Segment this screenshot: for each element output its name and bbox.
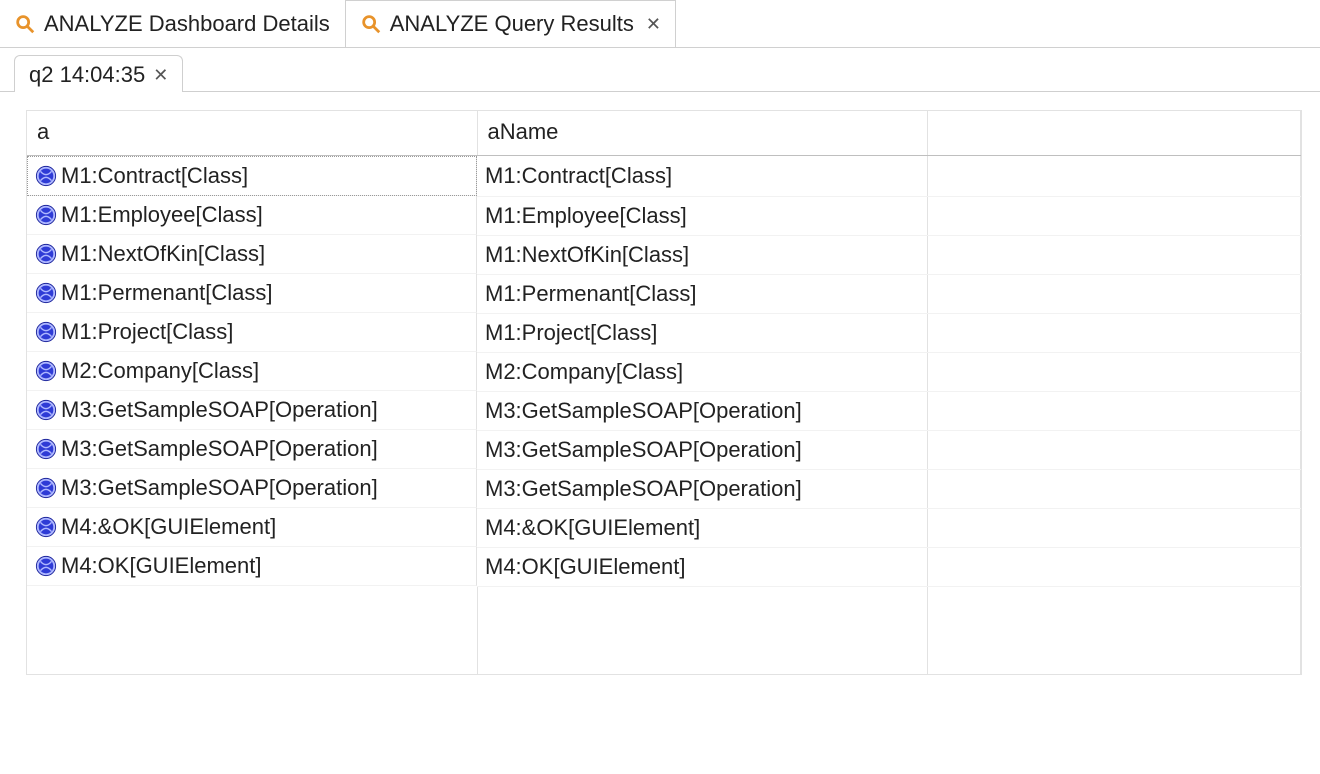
column-header-a[interactable]: a xyxy=(27,111,477,156)
cell-a[interactable]: M1:Project[Class] xyxy=(27,313,477,352)
cell-a-text: M3:GetSampleSOAP[Operation] xyxy=(61,436,378,462)
cell-aName[interactable]: M3:GetSampleSOAP[Operation] xyxy=(477,469,927,508)
editor-tab-bar: ANALYZE Dashboard Details ANALYZE Query … xyxy=(0,0,1320,48)
results-table-container: a aName M1:Contract[Class]M1:Contract[Cl… xyxy=(26,110,1302,675)
cell-aName[interactable]: M1:Project[Class] xyxy=(477,313,927,352)
cell-aName[interactable]: M3:GetSampleSOAP[Operation] xyxy=(477,430,927,469)
cell-empty xyxy=(927,156,1301,197)
node-icon xyxy=(35,438,57,460)
table-row[interactable]: M1:Project[Class] M1:Project[Class] xyxy=(27,313,1301,352)
cell-a-text: M1:Contract[Class] xyxy=(61,163,248,189)
table-row[interactable]: M1:Contract[Class] M1:Contract[Class] xyxy=(27,156,1301,197)
table-row[interactable]: M4:&OK[GUIElement] M4:&OK[GUIElement] xyxy=(27,508,1301,547)
result-tab-q2[interactable]: q2 14:04:35 ✕ xyxy=(14,55,183,92)
cell-empty xyxy=(927,430,1301,469)
cell-a[interactable]: M3:GetSampleSOAP[Operation] xyxy=(27,469,477,508)
table-row[interactable]: M3:GetSampleSOAP[Operation] M3:GetSampleS… xyxy=(27,430,1301,469)
close-icon[interactable]: ✕ xyxy=(642,14,661,35)
table-row[interactable]: M4:OK[GUIElement] M4:OK[GUIElement] xyxy=(27,547,1301,586)
cell-a-text: M3:GetSampleSOAP[Operation] xyxy=(61,475,378,501)
node-icon xyxy=(35,204,57,226)
search-icon xyxy=(14,13,36,35)
column-header-empty xyxy=(927,111,1301,156)
search-icon xyxy=(360,13,382,35)
node-icon xyxy=(35,360,57,382)
result-tab-label: q2 14:04:35 xyxy=(29,62,145,88)
table-row-empty xyxy=(27,586,1301,630)
table-row[interactable]: M3:GetSampleSOAP[Operation] M3:GetSampleS… xyxy=(27,469,1301,508)
cell-aName[interactable]: M4:OK[GUIElement] xyxy=(477,547,927,586)
node-icon xyxy=(35,321,57,343)
cell-empty xyxy=(927,469,1301,508)
node-icon xyxy=(35,516,57,538)
cell-empty xyxy=(927,547,1301,586)
cell-a[interactable]: M3:GetSampleSOAP[Operation] xyxy=(27,391,477,430)
column-header-aName[interactable]: aName xyxy=(477,111,927,156)
node-icon xyxy=(35,477,57,499)
node-icon xyxy=(35,243,57,265)
cell-a[interactable]: M1:Contract[Class] xyxy=(27,156,477,196)
cell-empty xyxy=(927,274,1301,313)
node-icon xyxy=(35,165,57,187)
cell-a[interactable]: M1:NextOfKin[Class] xyxy=(27,235,477,274)
tab-label: ANALYZE Dashboard Details xyxy=(44,11,330,37)
cell-a[interactable]: M4:OK[GUIElement] xyxy=(27,547,477,586)
node-icon xyxy=(35,399,57,421)
cell-empty xyxy=(927,508,1301,547)
cell-a-text: M4:&OK[GUIElement] xyxy=(61,514,276,540)
cell-a[interactable]: M3:GetSampleSOAP[Operation] xyxy=(27,430,477,469)
cell-a[interactable]: M1:Employee[Class] xyxy=(27,196,477,235)
tab-analyze-query-results[interactable]: ANALYZE Query Results ✕ xyxy=(345,0,676,47)
tab-analyze-dashboard-details[interactable]: ANALYZE Dashboard Details xyxy=(0,0,345,47)
cell-aName[interactable]: M2:Company[Class] xyxy=(477,352,927,391)
cell-aName[interactable]: M1:Employee[Class] xyxy=(477,196,927,235)
cell-aName[interactable]: M1:NextOfKin[Class] xyxy=(477,235,927,274)
table-row-empty xyxy=(27,630,1301,674)
node-icon xyxy=(35,282,57,304)
cell-a[interactable]: M4:&OK[GUIElement] xyxy=(27,508,477,547)
cell-empty xyxy=(927,196,1301,235)
result-tab-bar: q2 14:04:35 ✕ xyxy=(0,48,1320,92)
cell-a-text: M1:NextOfKin[Class] xyxy=(61,241,265,267)
table-row[interactable]: M1:NextOfKin[Class] M1:NextOfKin[Class] xyxy=(27,235,1301,274)
cell-a[interactable]: M2:Company[Class] xyxy=(27,352,477,391)
cell-a-text: M1:Employee[Class] xyxy=(61,202,263,228)
cell-a-text: M1:Project[Class] xyxy=(61,319,233,345)
cell-empty xyxy=(927,313,1301,352)
cell-aName[interactable]: M4:&OK[GUIElement] xyxy=(477,508,927,547)
cell-aName[interactable]: M1:Contract[Class] xyxy=(477,156,927,197)
table-row[interactable]: M1:Permenant[Class] M1:Permenant[Class] xyxy=(27,274,1301,313)
cell-empty xyxy=(927,352,1301,391)
cell-aName[interactable]: M1:Permenant[Class] xyxy=(477,274,927,313)
node-icon xyxy=(35,555,57,577)
table-header-row: a aName xyxy=(27,111,1301,156)
cell-empty xyxy=(927,391,1301,430)
cell-a-text: M2:Company[Class] xyxy=(61,358,259,384)
close-icon[interactable]: ✕ xyxy=(153,65,168,86)
table-row[interactable]: M2:Company[Class] M2:Company[Class] xyxy=(27,352,1301,391)
cell-a-text: M4:OK[GUIElement] xyxy=(61,553,262,579)
table-row[interactable]: M3:GetSampleSOAP[Operation] M3:GetSampleS… xyxy=(27,391,1301,430)
results-table: a aName M1:Contract[Class]M1:Contract[Cl… xyxy=(27,111,1301,674)
cell-a[interactable]: M1:Permenant[Class] xyxy=(27,274,477,313)
cell-a-text: M3:GetSampleSOAP[Operation] xyxy=(61,397,378,423)
cell-a-text: M1:Permenant[Class] xyxy=(61,280,273,306)
cell-empty xyxy=(927,235,1301,274)
tab-label: ANALYZE Query Results xyxy=(390,11,634,37)
table-row[interactable]: M1:Employee[Class] M1:Employee[Class] xyxy=(27,196,1301,235)
cell-aName[interactable]: M3:GetSampleSOAP[Operation] xyxy=(477,391,927,430)
